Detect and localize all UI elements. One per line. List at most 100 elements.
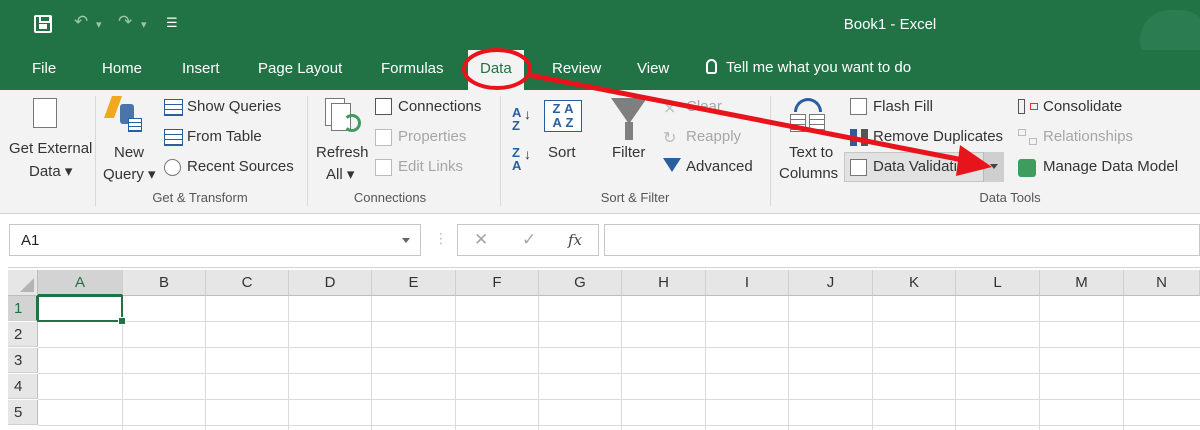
tab-formulas[interactable]: Formulas: [381, 60, 444, 77]
row-header[interactable]: 4: [8, 374, 38, 399]
column-header[interactable]: G: [539, 270, 622, 296]
recent-sources-icon: [164, 159, 181, 176]
row-header[interactable]: 3: [8, 348, 38, 373]
get-external-data-label-1[interactable]: Get External: [9, 140, 92, 157]
column-header[interactable]: K: [873, 270, 956, 296]
column-header[interactable]: F: [456, 270, 539, 296]
tell-me-text: Tell me what you want to do: [726, 59, 912, 76]
formula-buttons: ✕ ✓ fx: [457, 224, 599, 256]
column-header[interactable]: L: [956, 270, 1040, 296]
gridline-horizontal: [38, 347, 1200, 348]
formula-bar: A1 ⋮ ✕ ✓ fx: [0, 214, 1200, 268]
ribbon: Get External Data ▾ New Query ▾ Show Que…: [0, 90, 1200, 214]
text-to-columns-label-2[interactable]: Columns: [779, 165, 838, 182]
tell-me-search[interactable]: Tell me what you want to do: [706, 59, 911, 76]
tab-file[interactable]: File: [32, 60, 56, 77]
clear-icon: ⨯: [663, 100, 677, 117]
clear-button[interactable]: Clear: [686, 98, 722, 115]
tab-home[interactable]: Home: [102, 60, 142, 77]
tab-data[interactable]: Data: [468, 50, 524, 90]
gridline-vertical: [538, 296, 539, 430]
text-to-columns-icon: [790, 98, 828, 132]
properties-button[interactable]: Properties: [398, 128, 466, 145]
column-header[interactable]: D: [289, 270, 372, 296]
advanced-button[interactable]: Advanced: [686, 158, 753, 175]
formula-input[interactable]: [604, 224, 1200, 256]
enter-icon[interactable]: ✓: [522, 230, 536, 250]
gridline-vertical: [705, 296, 706, 430]
separator: [307, 96, 308, 206]
row-header[interactable]: 2: [8, 322, 38, 347]
show-queries-button[interactable]: Show Queries: [187, 98, 281, 115]
column-header[interactable]: J: [789, 270, 873, 296]
column-header[interactable]: C: [206, 270, 289, 296]
connections-button[interactable]: Connections: [398, 98, 481, 115]
get-external-data-icon: [33, 98, 57, 128]
gridline-vertical: [371, 296, 372, 430]
connections-icon: [375, 98, 392, 115]
recent-sources-button[interactable]: Recent Sources: [187, 158, 294, 175]
row-header[interactable]: 1: [8, 296, 38, 321]
reapply-button[interactable]: Reapply: [686, 128, 741, 145]
tab-page-layout[interactable]: Page Layout: [258, 60, 342, 77]
column-header[interactable]: M: [1040, 270, 1124, 296]
active-cell-a1[interactable]: [37, 295, 126, 325]
sort-z-to-a-arrow-icon: ↓: [524, 146, 531, 162]
from-table-button[interactable]: From Table: [187, 128, 262, 145]
column-header[interactable]: I: [706, 270, 789, 296]
data-validation-label: Data Validation: [873, 158, 974, 175]
gridline-vertical: [872, 296, 873, 430]
sort-z-to-a-icon[interactable]: ZA: [512, 146, 521, 172]
get-external-data-label-2[interactable]: Data ▾: [29, 162, 72, 180]
relationships-button[interactable]: Relationships: [1043, 128, 1133, 145]
lightbulb-icon: [706, 59, 717, 74]
flash-fill-button[interactable]: Flash Fill: [873, 98, 933, 115]
worksheet-grid[interactable]: ABCDEFGHIJKLMN 12345: [0, 268, 1200, 430]
filter-button[interactable]: Filter: [612, 144, 645, 161]
tab-review[interactable]: Review: [552, 60, 601, 77]
title-bar: ↶ ▾ ↷ ▾ ☰ Book1 - Excel: [0, 0, 1200, 70]
sort-button[interactable]: Sort: [548, 144, 576, 161]
formula-bar-resize-handle[interactable]: ⋮: [434, 230, 448, 247]
column-header[interactable]: A: [38, 270, 123, 296]
tab-insert[interactable]: Insert: [182, 60, 220, 77]
edit-links-icon: [375, 159, 392, 176]
name-box-dropdown-icon[interactable]: [402, 238, 410, 243]
text-to-columns-label-1[interactable]: Text to: [789, 144, 833, 161]
gridline-horizontal: [38, 321, 1200, 322]
edit-links-button[interactable]: Edit Links: [398, 158, 463, 175]
refresh-all-label-2[interactable]: All ▾: [326, 165, 354, 183]
sort-a-to-z-icon[interactable]: AZ: [512, 106, 521, 132]
gridline-vertical: [955, 296, 956, 430]
select-all-corner[interactable]: [8, 270, 38, 296]
new-query-label-2[interactable]: Query ▾: [103, 165, 156, 183]
window-left-edge: [0, 214, 8, 430]
group-label-data-tools: Data Tools: [979, 190, 1041, 205]
consolidate-icon: [1018, 99, 1040, 114]
consolidate-button[interactable]: Consolidate: [1043, 98, 1122, 115]
manage-data-model-button[interactable]: Manage Data Model: [1043, 158, 1178, 175]
sort-icon: Z AA Z: [544, 100, 582, 132]
column-header[interactable]: E: [372, 270, 456, 296]
gridline-vertical: [205, 296, 206, 430]
column-header[interactable]: B: [123, 270, 206, 296]
flash-fill-icon: [850, 98, 867, 115]
name-box[interactable]: A1: [9, 224, 421, 256]
new-query-label-1[interactable]: New: [114, 144, 144, 161]
manage-data-model-icon: [1018, 159, 1036, 177]
properties-icon: [375, 129, 392, 146]
column-header[interactable]: N: [1124, 270, 1200, 296]
group-label-get-transform: Get & Transform: [152, 190, 248, 205]
remove-duplicates-button[interactable]: Remove Duplicates: [873, 128, 1003, 145]
gridline-horizontal: [38, 425, 1200, 426]
insert-function-icon[interactable]: fx: [568, 231, 582, 249]
tab-view[interactable]: View: [637, 60, 669, 77]
new-query-icon: [103, 96, 142, 132]
column-header[interactable]: H: [622, 270, 706, 296]
data-validation-dropdown[interactable]: [983, 152, 1004, 182]
row-header[interactable]: 5: [8, 400, 38, 425]
gridline-vertical: [1039, 296, 1040, 430]
cancel-icon[interactable]: ✕: [474, 230, 488, 250]
refresh-all-label-1[interactable]: Refresh: [316, 144, 369, 161]
separator: [95, 96, 96, 206]
